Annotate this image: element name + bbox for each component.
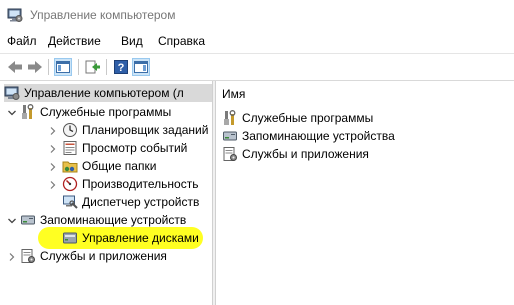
- show-hide-tree-icon[interactable]: [54, 58, 72, 76]
- disk-management-icon: [62, 230, 78, 246]
- export-list-icon[interactable]: [84, 58, 102, 76]
- list-item-label: Служебные программы: [242, 111, 374, 125]
- list-item-services-and-applications[interactable]: Службы и приложения: [222, 145, 369, 163]
- chevron-down-icon[interactable]: [7, 108, 17, 118]
- chevron-right-icon[interactable]: [48, 126, 58, 136]
- services-icon: [222, 146, 238, 162]
- shared-folder-icon: [62, 158, 78, 174]
- toolbar-separator: [78, 59, 79, 75]
- tree-item-label: Общие папки: [82, 159, 157, 173]
- show-hide-action-pane-icon[interactable]: [132, 58, 150, 76]
- tree-item-system-tools[interactable]: Служебные программы: [20, 103, 171, 121]
- menu-file[interactable]: Файл: [7, 34, 37, 48]
- device-manager-icon: [62, 194, 78, 210]
- results-pane: Имя Служебные программы Запоминающие уст…: [216, 81, 514, 305]
- tree-item-disk-management[interactable]: Управление дисками: [62, 229, 199, 247]
- tree-item-label: Диспетчер устройств: [82, 195, 200, 209]
- tree-item-shared-folders[interactable]: Общие папки: [62, 157, 156, 175]
- forward-arrow-icon[interactable]: [26, 58, 44, 76]
- chevron-down-icon[interactable]: [7, 216, 17, 226]
- tree-item-computer-management-root[interactable]: Управление компьютером (л: [4, 84, 212, 102]
- list-item-storage[interactable]: Запоминающие устройства: [222, 127, 395, 145]
- tree-item-label: Запоминающие устройств: [40, 213, 187, 227]
- window-title: Управление компьютером: [30, 8, 176, 22]
- performance-icon: [62, 176, 78, 192]
- tree-item-services-and-applications[interactable]: Службы и приложения: [20, 247, 167, 265]
- tree-item-label: Служебные программы: [40, 105, 172, 119]
- svg-text:?: ?: [118, 62, 125, 74]
- chevron-right-icon[interactable]: [7, 252, 17, 262]
- storage-icon: [20, 212, 36, 228]
- list-item-system-tools[interactable]: Служебные программы: [222, 109, 373, 127]
- menu-help[interactable]: Справка: [158, 34, 205, 48]
- clock-icon: [62, 122, 78, 138]
- title-bar: Управление компьютером: [0, 0, 514, 30]
- toolbar-separator: [106, 59, 107, 75]
- storage-icon: [222, 128, 238, 144]
- back-arrow-icon[interactable]: [6, 58, 24, 76]
- event-viewer-icon: [62, 140, 78, 156]
- tree-item-label: Управление компьютером (л: [24, 86, 184, 100]
- menu-view[interactable]: Вид: [121, 34, 143, 48]
- toolbar-separator: [48, 59, 49, 75]
- list-item-label: Запоминающие устройства: [242, 129, 395, 143]
- tree-item-device-manager[interactable]: Диспетчер устройств: [62, 193, 199, 211]
- tree-item-label: Управление дисками: [82, 231, 199, 245]
- column-header-name[interactable]: Имя: [222, 87, 245, 101]
- tree-item-label: Службы и приложения: [40, 249, 167, 263]
- computer-management-icon: [4, 85, 20, 101]
- tree-item-label: Планировщик заданий: [82, 123, 209, 137]
- chevron-right-icon[interactable]: [48, 180, 58, 190]
- tools-icon: [222, 110, 238, 126]
- chevron-right-icon[interactable]: [48, 162, 58, 172]
- menu-action[interactable]: Действие: [48, 34, 101, 48]
- tree-item-event-viewer[interactable]: Просмотр событий: [62, 139, 187, 157]
- tree-item-label: Просмотр событий: [82, 141, 188, 155]
- toolbar: ?: [0, 53, 514, 81]
- computer-management-icon[interactable]: [7, 7, 23, 23]
- tools-icon: [20, 104, 36, 120]
- console-tree: Управление компьютером (л Служебные прог…: [0, 81, 212, 305]
- menu-bar: Файл Действие Вид Справка: [0, 31, 514, 51]
- tree-item-label: Производительность: [82, 177, 199, 191]
- help-icon[interactable]: ?: [112, 58, 130, 76]
- chevron-right-icon[interactable]: [48, 144, 58, 154]
- tree-item-task-scheduler[interactable]: Планировщик заданий: [62, 121, 208, 139]
- tree-item-storage[interactable]: Запоминающие устройств: [20, 211, 186, 229]
- list-item-label: Службы и приложения: [242, 147, 369, 161]
- services-icon: [20, 248, 36, 264]
- tree-item-performance[interactable]: Производительность: [62, 175, 198, 193]
